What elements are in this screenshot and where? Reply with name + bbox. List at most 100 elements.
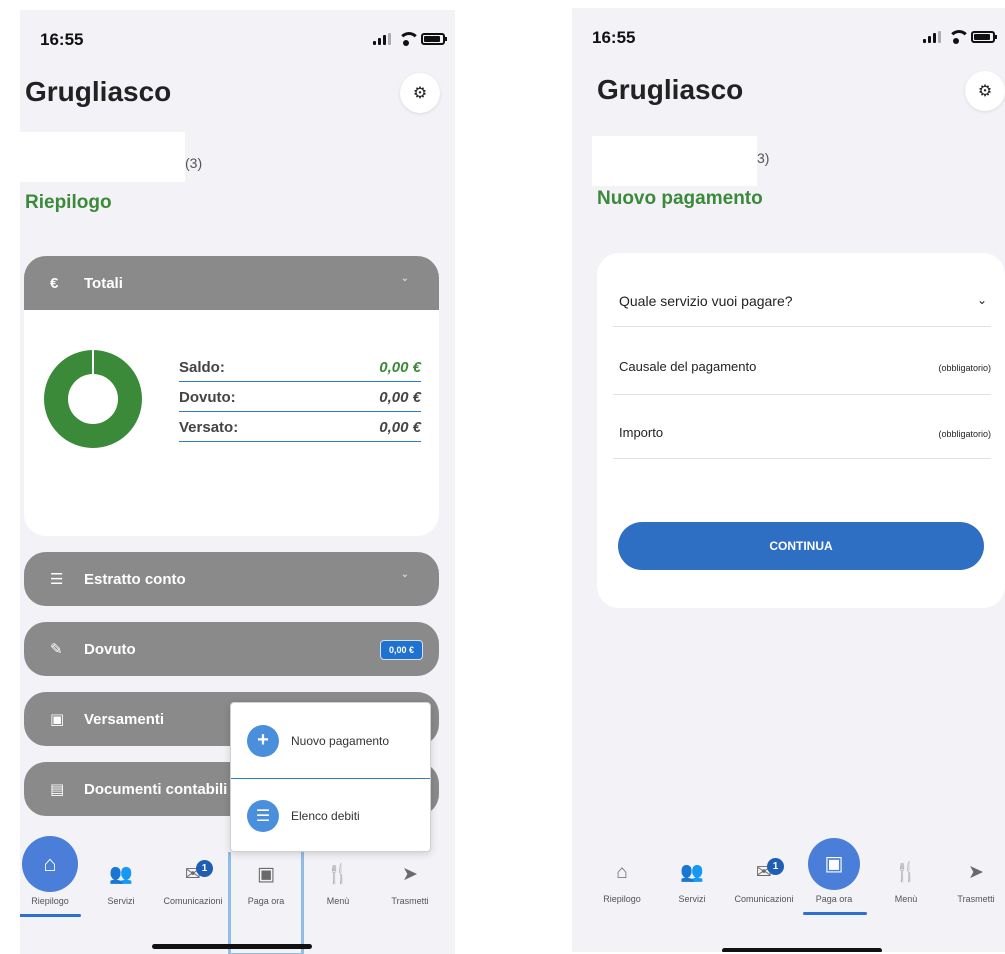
tab-menu[interactable]: 🍴 Menù <box>302 862 374 906</box>
page-title: Grugliasco <box>25 76 172 107</box>
debt-list-label: Elenco debiti <box>291 809 360 823</box>
status-bar: 16:55 <box>40 30 447 54</box>
chevron-down-icon: ⌄ <box>400 273 409 284</box>
user-suffix: 3) <box>757 150 770 166</box>
tab-label: Servizi <box>107 896 135 906</box>
totals-label: Totali <box>84 274 123 292</box>
tab-label: Trasmetti <box>957 894 995 904</box>
list-icon: ☰ <box>247 800 279 832</box>
gear-icon: ⚙ <box>977 83 993 100</box>
chevron-down-icon: ⌄ <box>400 569 409 580</box>
plus-icon: + <box>247 724 279 757</box>
tab-riepilogo[interactable]: ⌂ Riepilogo <box>586 860 658 904</box>
wallet-icon: ▣ <box>50 711 65 728</box>
statement-label: Estratto conto <box>84 570 186 588</box>
new-payment-label: Nuovo pagamento <box>291 733 390 748</box>
totals-row: Saldo: 0,00 € <box>179 352 421 382</box>
active-tab-indicator <box>20 914 81 917</box>
tab-label: Paga ora <box>815 894 853 904</box>
totals-row-label: Dovuto: <box>179 389 236 406</box>
chevron-down-icon: ⌄ <box>976 293 987 307</box>
tab-label: Riepilogo <box>603 894 641 904</box>
new-payment-option[interactable]: + Nuovo pagamento <box>231 703 430 778</box>
tab-label: Comunicazioni <box>734 894 794 904</box>
battery-icon <box>421 33 447 45</box>
tab-label: Trasmetti <box>391 896 429 906</box>
totals-card: € Totali ⌄ Saldo: 0,00 € Dovuto: 0,00 € Vers… <box>24 256 439 536</box>
tab-servizi[interactable]: 👥 Servizi <box>85 862 157 906</box>
totals-row-label: Saldo: <box>179 359 225 376</box>
users-icon: 👥 <box>109 864 133 885</box>
debt-list-option[interactable]: ☰ Elenco debiti <box>231 778 430 853</box>
pay-menu-popup: + Nuovo pagamento ☰ Elenco debiti <box>230 702 431 852</box>
tab-menu[interactable]: 🍴 Menù <box>870 860 942 904</box>
totals-row: Versato: 0,00 € <box>179 412 421 442</box>
tab-servizi[interactable]: 👥 Servizi <box>656 860 728 904</box>
page-title: Grugliasco <box>597 74 744 105</box>
signal-icon <box>373 33 391 45</box>
totals-row-value: 0,00 € <box>379 389 421 406</box>
user-suffix: (3) <box>185 155 203 171</box>
home-icon: ⌂ <box>616 862 628 883</box>
totals-row-label: Versato: <box>179 419 239 436</box>
payments-label: Versamenti <box>84 710 165 728</box>
tab-trasmetti[interactable]: ➤ Trasmetti <box>940 860 1005 904</box>
importo-label: Importo <box>619 425 664 440</box>
documents-label: Documenti contabili <box>84 780 228 798</box>
settings-button[interactable]: ⚙ <box>400 73 440 113</box>
signal-icon <box>923 31 941 43</box>
status-time: 16:55 <box>592 28 636 47</box>
totals-row-value: 0,00 € <box>379 359 421 376</box>
home-icon: ⌂ <box>22 836 78 892</box>
battery-icon <box>971 31 997 43</box>
totals-row: Dovuto: 0,00 € <box>179 382 421 412</box>
importo-input[interactable]: Importo (obbligatorio) <box>613 403 991 459</box>
wallet-icon: ▣ <box>808 838 860 890</box>
home-indicator <box>722 948 882 952</box>
send-icon: ➤ <box>968 862 984 883</box>
home-indicator <box>152 944 312 949</box>
causale-required-hint: (obbligatorio) <box>938 363 991 373</box>
user-name-redacted <box>20 132 185 182</box>
tab-comunicazioni[interactable]: ✉ 1 Comunicazioni <box>728 858 800 904</box>
section-title: Nuovo pagamento <box>597 188 763 209</box>
tab-label: Servizi <box>678 894 706 904</box>
section-title: Riepilogo <box>25 192 112 213</box>
service-select-label: Quale servizio vuoi pagare? <box>619 293 793 309</box>
right-screen: 16:55 Grugliasco ⚙ 3) Nuovo pagamento Qu… <box>572 8 1005 952</box>
status-bar: 16:55 <box>592 28 997 52</box>
statement-card[interactable]: ☰ Estratto conto ⌄ <box>24 552 439 606</box>
service-select[interactable]: Quale servizio vuoi pagare? ⌄ <box>613 275 991 327</box>
euro-icon: € <box>50 274 59 292</box>
due-amount-badge: 0,00 € <box>379 640 423 660</box>
due-card[interactable]: ✎ Dovuto 0,00 € <box>24 622 439 676</box>
tab-label: Menù <box>894 894 918 904</box>
list-icon: ☰ <box>50 571 64 588</box>
continue-button[interactable]: CONTINUA <box>618 522 984 570</box>
wifi-icon <box>947 30 970 44</box>
totals-header[interactable]: € Totali ⌄ <box>24 256 439 310</box>
new-payment-form: Quale servizio vuoi pagare? ⌄ Causale de… <box>597 253 1005 608</box>
balance-donut-chart <box>44 350 142 448</box>
tab-comunicazioni[interactable]: ✉ 1 Comunicazioni <box>157 860 229 906</box>
clipboard-icon: ▤ <box>50 781 65 798</box>
causale-label: Causale del pagamento <box>619 359 757 374</box>
users-icon: 👥 <box>680 862 704 883</box>
tab-label: Menù <box>326 896 350 906</box>
user-name-redacted <box>592 136 757 186</box>
notification-badge: 1 <box>767 858 784 875</box>
tab-label: Riepilogo <box>31 896 69 906</box>
fork-knife-icon: 🍴 <box>326 864 350 885</box>
settings-button[interactable]: ⚙ <box>965 71 1005 111</box>
gear-icon: ⚙ <box>412 85 428 102</box>
totals-row-value: 0,00 € <box>379 419 421 436</box>
tab-riepilogo[interactable]: ⌂ Riepilogo <box>20 836 86 906</box>
fork-knife-icon: 🍴 <box>894 862 918 883</box>
importo-required-hint: (obbligatorio) <box>938 429 991 439</box>
tab-bar: ⌂ Riepilogo 👥 Servizi ✉ 1 Comunicazioni ▣… <box>572 838 1005 952</box>
causale-input[interactable]: Causale del pagamento (obbligatorio) <box>613 335 991 395</box>
tab-paga-ora[interactable]: ▣ Paga ora <box>798 838 870 904</box>
tab-trasmetti[interactable]: ➤ Trasmetti <box>374 862 446 906</box>
send-icon: ➤ <box>402 864 418 885</box>
wifi-icon <box>397 32 420 46</box>
